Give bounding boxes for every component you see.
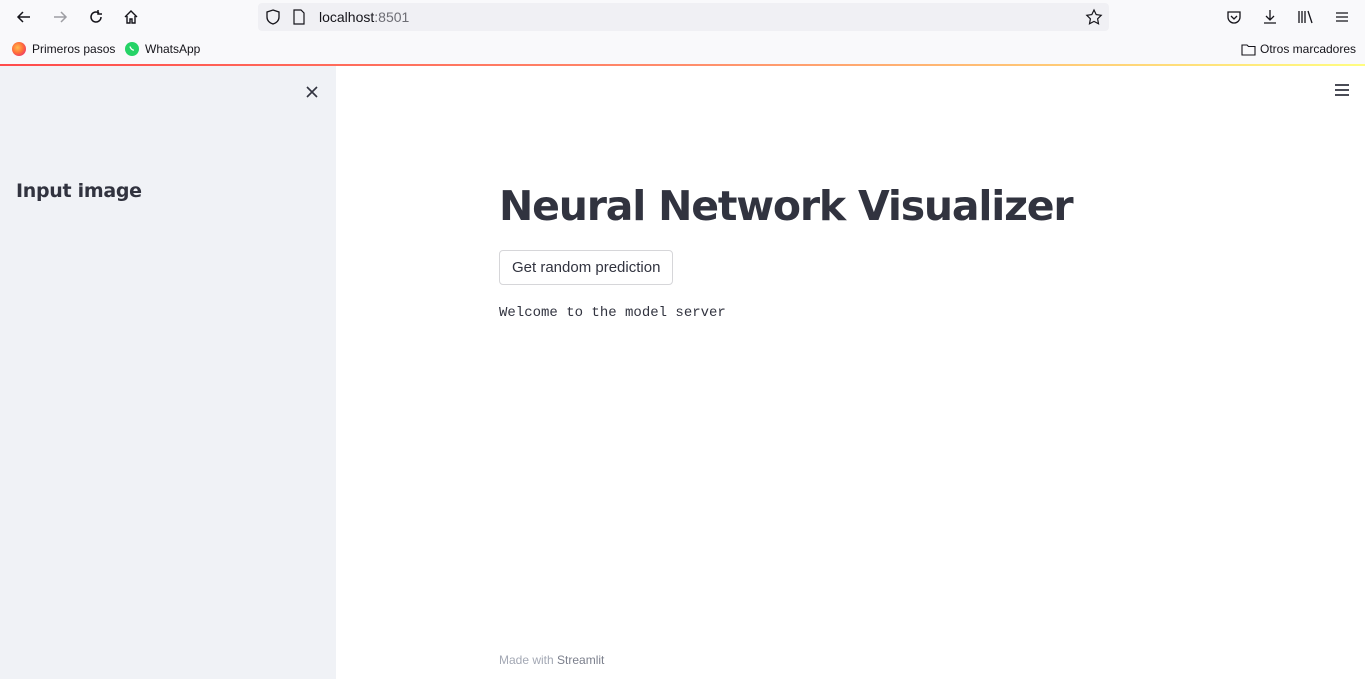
page-title: Neural Network Visualizer <box>499 182 1074 230</box>
bookmark-label: Primeros pasos <box>32 42 116 56</box>
pocket-button[interactable] <box>1222 5 1246 29</box>
bookmark-primeros-pasos[interactable]: Primeros pasos <box>12 42 115 56</box>
whatsapp-icon <box>125 42 139 56</box>
page-icon <box>293 9 305 25</box>
other-bookmarks-folder[interactable]: Otros marcadores <box>1241 42 1356 56</box>
get-random-prediction-button[interactable]: Get random prediction <box>499 250 674 285</box>
footer: Made with Streamlit <box>499 653 604 667</box>
status-message: Welcome to the model server <box>499 305 726 321</box>
download-icon <box>1264 10 1276 24</box>
home-icon <box>124 10 138 24</box>
forward-button[interactable] <box>48 5 72 29</box>
arrow-right-icon <box>54 11 68 23</box>
bookmark-label: WhatsApp <box>145 42 201 56</box>
url-host: localhost <box>319 9 375 25</box>
hamburger-menu-icon[interactable] <box>1334 83 1350 97</box>
reload-button[interactable] <box>84 5 108 29</box>
bookmark-whatsapp[interactable]: WhatsApp <box>125 42 200 56</box>
pocket-icon <box>1227 11 1241 24</box>
folder-icon <box>1241 43 1256 56</box>
bookmark-star-icon[interactable] <box>1085 8 1103 26</box>
app-menu-button[interactable] <box>1330 5 1354 29</box>
close-sidebar-button[interactable] <box>302 82 322 102</box>
sidebar-title: Input image <box>16 180 142 202</box>
footer-prefix: Made with <box>499 653 558 667</box>
other-bookmarks-label: Otros marcadores <box>1260 42 1357 56</box>
sidebar: Input image <box>0 66 336 679</box>
browser-toolbar: localhost:8501 <box>0 0 1365 34</box>
home-button[interactable] <box>119 5 143 29</box>
back-button[interactable] <box>12 5 36 29</box>
reload-icon <box>90 10 102 23</box>
url-text[interactable]: localhost:8501 <box>319 9 409 25</box>
downloads-button[interactable] <box>1258 5 1282 29</box>
streamlit-link[interactable]: Streamlit <box>557 653 604 667</box>
firefox-icon <box>12 42 26 56</box>
main-content: Neural Network Visualizer Get random pre… <box>336 66 1365 679</box>
close-icon <box>306 86 318 98</box>
shield-icon[interactable] <box>264 8 282 26</box>
library-button[interactable] <box>1294 5 1318 29</box>
url-port: :8501 <box>374 9 410 25</box>
url-bar[interactable]: localhost:8501 <box>258 3 1109 31</box>
library-icon <box>1298 10 1313 24</box>
arrow-left-icon <box>16 11 30 23</box>
bookmarks-bar: Primeros pasos WhatsApp Otros marcadores <box>0 34 1365 64</box>
menu-icon <box>1336 12 1348 22</box>
